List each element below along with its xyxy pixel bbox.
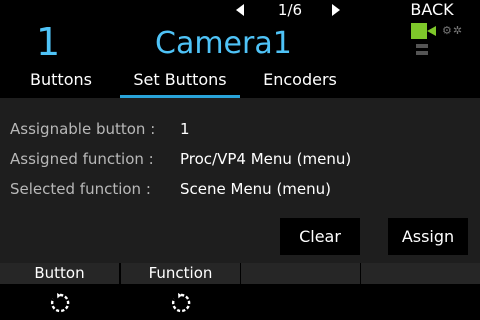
video-camera-icon	[411, 23, 437, 39]
function-column-title	[241, 263, 360, 284]
next-page-icon[interactable]	[332, 4, 340, 16]
back-button[interactable]: BACK	[402, 0, 462, 20]
function-column-empty	[361, 263, 480, 320]
top-bar: 1/6 BACK	[0, 0, 480, 20]
page-indicator: 1/6	[277, 1, 303, 19]
function-column-title: Button	[0, 263, 119, 284]
assign-button[interactable]: Assign	[388, 218, 468, 255]
assignable-button-value: 1	[180, 120, 190, 138]
set-buttons-panel: Assignable button : 1 Assigned function …	[0, 98, 480, 263]
tab-set-buttons[interactable]: Set Buttons	[120, 68, 240, 98]
selected-function-value: Scene Menu (menu)	[180, 180, 332, 198]
function-column-button: Button	[0, 263, 119, 320]
camera-number: 1	[36, 20, 61, 64]
previous-page-icon[interactable]	[236, 4, 244, 16]
signal-level-icon	[416, 44, 428, 60]
assignable-button-label: Assignable button :	[10, 120, 156, 138]
assigned-function-value: Proc/VP4 Menu (menu)	[180, 150, 352, 168]
camera-name: Camera1	[155, 26, 292, 61]
function-column-function: Function	[121, 263, 240, 320]
function-column-title	[361, 263, 480, 284]
tab-buttons[interactable]: Buttons	[16, 68, 106, 98]
rotate-icon[interactable]	[170, 292, 192, 314]
settings-status-icon: ⚙✲	[442, 24, 464, 37]
header: 1 Camera1 ⚙✲ Buttons Set Buttons Encoder…	[0, 20, 480, 98]
tab-bar: Buttons Set Buttons Encoders	[0, 68, 480, 98]
camera-control-screen: 1/6 BACK 1 Camera1 ⚙✲ Buttons Set Button…	[0, 0, 480, 320]
function-bar: Button Function	[0, 263, 480, 320]
assigned-function-label: Assigned function :	[10, 150, 154, 168]
selected-function-label: Selected function :	[10, 180, 151, 198]
function-column-empty	[241, 263, 360, 320]
tab-encoders[interactable]: Encoders	[250, 68, 350, 98]
page-navigator: 1/6	[228, 0, 352, 20]
clear-button[interactable]: Clear	[280, 218, 360, 255]
function-column-title: Function	[121, 263, 240, 284]
rotate-icon[interactable]	[49, 292, 71, 314]
